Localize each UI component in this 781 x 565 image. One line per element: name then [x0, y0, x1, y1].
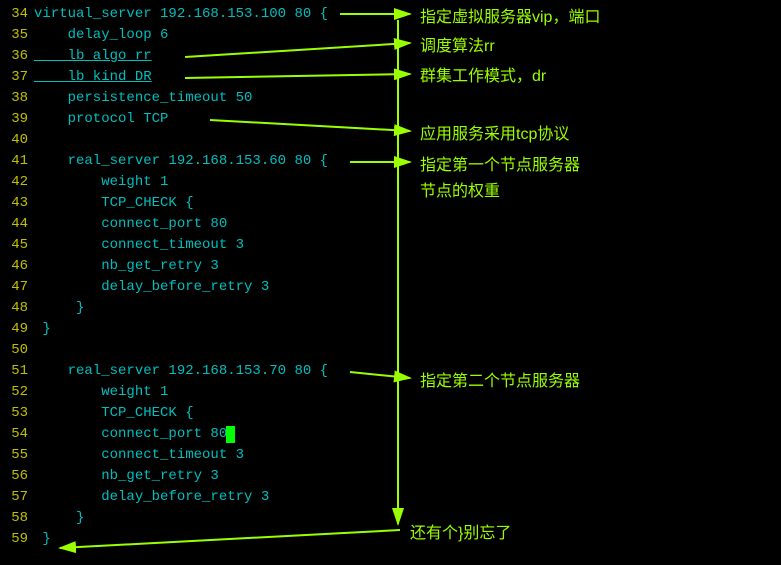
line-number: 44: [0, 214, 34, 235]
line-number: 55: [0, 445, 34, 466]
line-number: 38: [0, 88, 34, 109]
line-number: 47: [0, 277, 34, 298]
code-text: connect_timeout 3: [34, 235, 244, 256]
line-number: 40: [0, 130, 34, 151]
code-line: 55 connect_timeout 3: [0, 445, 781, 466]
code-line: 50: [0, 340, 781, 361]
code-text: }: [34, 298, 84, 319]
code-text: TCP_CHECK {: [34, 403, 194, 424]
code-text: lb_algo rr: [34, 46, 152, 67]
line-number: 34: [0, 4, 34, 25]
code-line: 42 weight 1: [0, 172, 781, 193]
code-text: }: [34, 319, 51, 340]
code-line: 34virtual_server 192.168.153.100 80 {: [0, 4, 781, 25]
code-text: real_server 192.168.153.70 80 {: [34, 361, 328, 382]
code-line: 40: [0, 130, 781, 151]
text-cursor: [226, 426, 235, 443]
code-line: 58 }: [0, 508, 781, 529]
line-number: 48: [0, 298, 34, 319]
code-editor: 34virtual_server 192.168.153.100 80 {35 …: [0, 0, 781, 550]
code-line: 38 persistence_timeout 50: [0, 88, 781, 109]
line-number: 39: [0, 109, 34, 130]
line-number: 42: [0, 172, 34, 193]
line-number: 59: [0, 529, 34, 550]
line-number: 54: [0, 424, 34, 445]
code-text: virtual_server 192.168.153.100 80 {: [34, 4, 328, 25]
code-text: }: [34, 529, 51, 550]
code-text: connect_port 80: [34, 214, 227, 235]
code-text: TCP_CHECK {: [34, 193, 194, 214]
code-text: weight 1: [34, 172, 168, 193]
code-text: delay_before_retry 3: [34, 487, 269, 508]
line-number: 50: [0, 340, 34, 361]
code-line: 56 nb_get_retry 3: [0, 466, 781, 487]
code-text: nb_get_retry 3: [34, 466, 219, 487]
code-line: 51 real_server 192.168.153.70 80 {: [0, 361, 781, 382]
code-line: 39 protocol TCP: [0, 109, 781, 130]
code-line: 41 real_server 192.168.153.60 80 {: [0, 151, 781, 172]
code-text: }: [34, 508, 84, 529]
code-line: 43 TCP_CHECK {: [0, 193, 781, 214]
line-number: 46: [0, 256, 34, 277]
line-number: 56: [0, 466, 34, 487]
line-number: 49: [0, 319, 34, 340]
line-number: 41: [0, 151, 34, 172]
code-line: 45 connect_timeout 3: [0, 235, 781, 256]
code-text: delay_loop 6: [34, 25, 168, 46]
line-number: 45: [0, 235, 34, 256]
code-text: delay_before_retry 3: [34, 277, 269, 298]
code-line: 57 delay_before_retry 3: [0, 487, 781, 508]
line-number: 53: [0, 403, 34, 424]
code-text: real_server 192.168.153.60 80 {: [34, 151, 328, 172]
code-line: 46 nb_get_retry 3: [0, 256, 781, 277]
code-text: lb_kind DR: [34, 67, 152, 88]
code-text: connect_port 80: [34, 424, 227, 445]
code-line: 44 connect_port 80: [0, 214, 781, 235]
line-number: 37: [0, 67, 34, 88]
line-number: 43: [0, 193, 34, 214]
code-line: 54 connect_port 80: [0, 424, 781, 445]
line-number: 52: [0, 382, 34, 403]
code-line: 48 }: [0, 298, 781, 319]
code-text: connect_timeout 3: [34, 445, 244, 466]
line-number: 58: [0, 508, 34, 529]
line-number: 51: [0, 361, 34, 382]
code-line: 35 delay_loop 6: [0, 25, 781, 46]
code-line: 59 }: [0, 529, 781, 550]
code-line: 36 lb_algo rr: [0, 46, 781, 67]
code-text: persistence_timeout 50: [34, 88, 252, 109]
line-number: 36: [0, 46, 34, 67]
code-line: 49 }: [0, 319, 781, 340]
line-number: 57: [0, 487, 34, 508]
code-text: nb_get_retry 3: [34, 256, 219, 277]
line-number: 35: [0, 25, 34, 46]
code-line: 53 TCP_CHECK {: [0, 403, 781, 424]
code-text: protocol TCP: [34, 109, 168, 130]
code-line: 52 weight 1: [0, 382, 781, 403]
code-line: 37 lb_kind DR: [0, 67, 781, 88]
code-text: weight 1: [34, 382, 168, 403]
code-line: 47 delay_before_retry 3: [0, 277, 781, 298]
